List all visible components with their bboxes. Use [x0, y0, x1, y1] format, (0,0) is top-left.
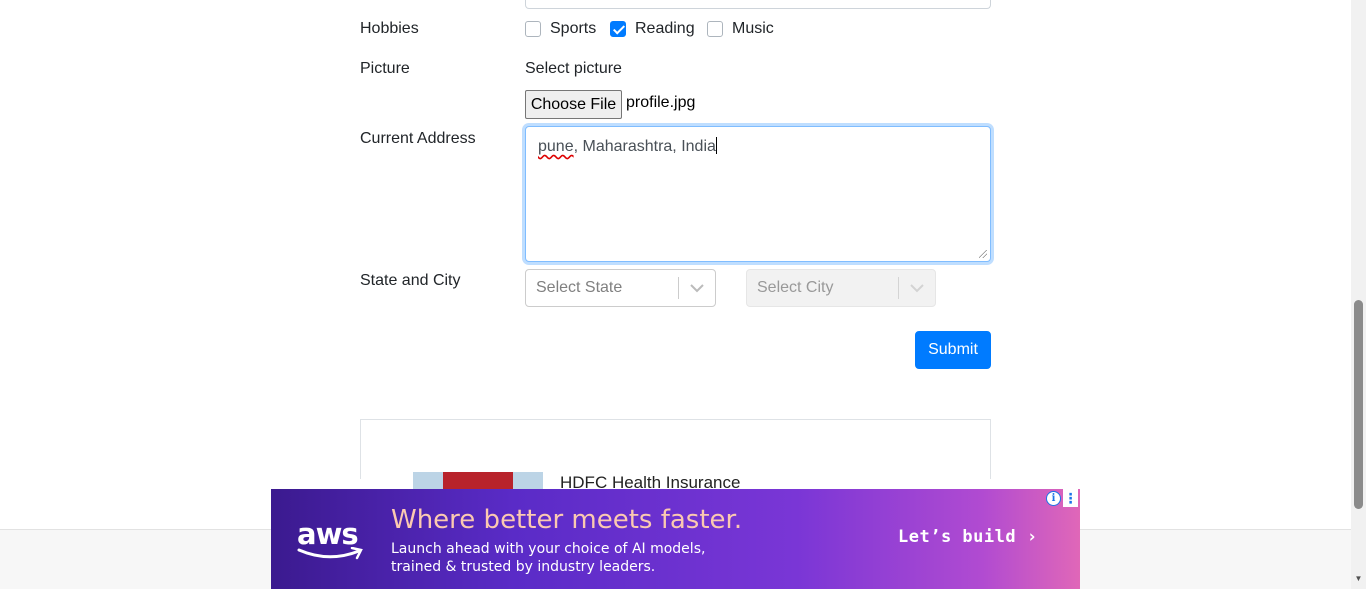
misspelled-word: pune — [538, 138, 574, 155]
aws-smile-icon — [297, 547, 363, 560]
hobby-reading-label: Reading — [635, 20, 695, 37]
select-picture-label: Select picture — [525, 60, 622, 77]
state-select[interactable]: Select State — [525, 269, 716, 307]
chosen-file-name: profile.jpg — [626, 94, 696, 111]
banner-subline-1: Launch ahead with your choice of AI mode… — [391, 541, 706, 557]
checkbox-unchecked-icon — [525, 21, 541, 37]
scrollbar-thumb[interactable] — [1354, 300, 1363, 509]
state-placeholder: Select State — [536, 279, 623, 296]
banner-subline: Launch ahead with your choice of AI mode… — [391, 540, 705, 576]
picture-label: Picture — [360, 60, 410, 77]
hobby-music-label: Music — [732, 20, 774, 37]
city-select: Select City — [746, 269, 936, 307]
ad-card[interactable] — [360, 419, 991, 479]
text-caret — [715, 137, 717, 154]
chevron-down-icon[interactable] — [679, 283, 715, 293]
checkbox-unchecked-icon — [707, 21, 723, 37]
previous-field[interactable] — [525, 0, 991, 9]
banner-headline: Where better meets faster. — [391, 505, 743, 535]
address-text: , Maharashtra, India — [573, 138, 716, 155]
checkbox-checked-icon — [610, 21, 626, 37]
lets-build-link[interactable]: Let’s build › — [898, 527, 1038, 547]
hobbies-label: Hobbies — [360, 20, 419, 37]
aws-logo-text: aws — [297, 517, 359, 551]
hobby-sports-checkbox[interactable]: Sports — [525, 19, 596, 39]
aws-banner-ad[interactable]: aws Where better meets faster. Launch ah… — [271, 489, 1080, 589]
submit-button[interactable]: Submit — [915, 331, 991, 369]
hobby-reading-checkbox[interactable]: Reading — [610, 19, 695, 39]
current-address-textarea[interactable]: pune, Maharashtra, India — [525, 126, 991, 262]
hobby-sports-label: Sports — [550, 20, 597, 37]
aws-logo: aws — [297, 517, 365, 563]
ad-menu-icon[interactable]: ⋮ — [1063, 489, 1078, 507]
resize-handle-icon[interactable] — [979, 250, 987, 258]
scroll-down-arrow-icon[interactable]: ▼ — [1354, 575, 1363, 583]
ad-thumbnail-image[interactable] — [413, 472, 543, 489]
current-address-label: Current Address — [360, 130, 476, 147]
state-city-label: State and City — [360, 272, 461, 289]
ad-info-icon[interactable]: i — [1046, 491, 1061, 506]
choose-file-button[interactable]: Choose File — [525, 90, 622, 119]
banner-subline-2: trained & trusted by industry leaders. — [391, 559, 656, 575]
city-placeholder: Select City — [757, 279, 834, 296]
chevron-down-icon — [899, 283, 935, 293]
hobby-music-checkbox[interactable]: Music — [707, 19, 774, 39]
